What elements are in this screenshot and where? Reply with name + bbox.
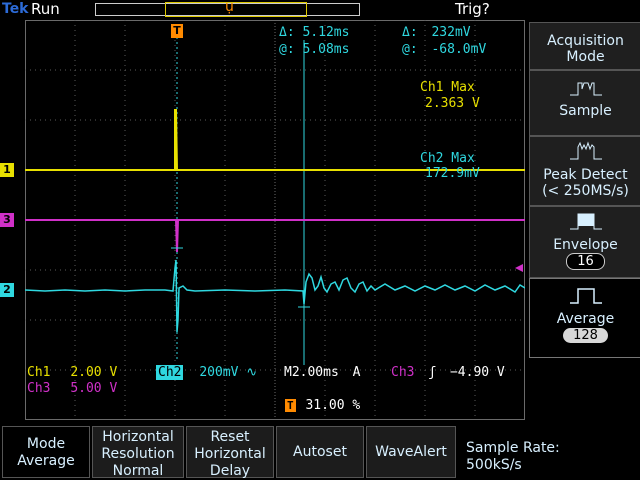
bandwidth-limit-icon: ∿ [246,365,258,380]
ch1-scale-value: 2.00 V [70,365,118,380]
trigger-level: −4.90 V [449,365,505,380]
trigger-position-readout: T 31.00 % [285,398,360,413]
envelope-waveform-icon [569,213,602,230]
delta-time-label: Δ: [279,25,295,40]
cursor-delta-time: Δ: 5.12ms [279,25,349,40]
horizontal-resolution-line2: Resolution [101,446,175,462]
waveform-display[interactable]: T Δ: 5.12ms Δ: 232mV @: 5.08ms @: -68.0m… [25,20,525,420]
delta-volt-value: 232mV [431,25,471,40]
autoset-label: Autoset [293,444,347,460]
envelope-count: 16 [566,253,605,270]
delta-time-value: 5.12ms [302,25,350,40]
peak-detect-label: Peak Detect [543,167,628,183]
ch1-max-label: Ch1 Max [420,80,475,95]
envelope-label: Envelope [553,237,618,253]
sample-rate-info: Sample Rate: 500kS/s [466,440,560,474]
at-volt-label: @: [402,42,418,57]
at-volt-value: -68.0mV [431,42,487,57]
sample-rate-label: Sample Rate: [466,440,560,456]
trigger-slope-icon: ʃ [428,365,437,380]
brand-logo: Tek [2,1,29,17]
delta-volt-label: Δ: [402,25,418,40]
trigger-position-icon: T [285,399,296,412]
ch2-label-selected: Ch2 [156,365,184,380]
average-button[interactable]: Average 128 [529,278,640,358]
mode-label: Mode [26,436,66,452]
ch1-scale: Ch1 2.00 V [27,365,117,380]
trigger-readout: Ch3 ʃ −4.90 V [391,365,505,380]
horizontal-resolution-line1: Horizontal [102,429,174,445]
cursor-crosshairs [171,247,310,308]
ch1-offset-marker[interactable]: 1 [0,163,14,177]
wavealert-button[interactable]: WaveAlert [366,426,456,478]
ch1-max-value: 2.363 V [425,96,480,111]
ch3-label: Ch3 [27,381,51,396]
record-view-window [165,2,307,17]
ch2-scale: Ch2 200mV ∿ [156,365,257,380]
peak-detect-button[interactable]: Peak Detect (< 250MS/s) [529,136,640,206]
average-label: Average [556,311,615,327]
mode-value: Average [17,453,75,469]
ch1-label: Ch1 [27,365,51,380]
cursor-delta-volt: Δ: 232mV [402,25,471,40]
trigger-status: Trig? [455,0,490,18]
ch2-offset-marker[interactable]: 2 [0,283,14,297]
sample-button[interactable]: Sample [529,70,640,136]
ch2-scale-value: 200mV [199,365,239,380]
trigger-position-value: 31.00 % [305,398,361,413]
bottom-menu: Mode Average Horizontal Resolution Norma… [0,426,640,480]
timebase-readout: M2.00ms A [284,365,360,380]
reset-delay-line2: Horizontal [194,446,266,462]
cursor-at-volt: @: -68.0mV [402,42,486,57]
reset-delay-line1: Reset [210,429,250,445]
average-waveform-icon [569,288,602,304]
at-time-label: @: [279,42,295,57]
trigger-type: A [352,365,361,380]
horizontal-resolution-button[interactable]: Horizontal Resolution Normal [92,426,184,479]
mode-average-button[interactable]: Mode Average [2,426,90,478]
side-menu: Acquisition Mode Sample Peak Detect (< 2… [527,20,640,426]
ch2-max-label: Ch2 Max [420,151,475,166]
ch3-scale-value: 5.00 V [70,381,118,396]
run-state: Run [31,0,60,18]
ch3-scale: Ch3 5.00 V [27,381,117,396]
wavealert-label: WaveAlert [375,444,447,460]
ch3-offset-marker[interactable]: 3 [0,213,14,227]
horizontal-resolution-value: Normal [112,463,164,479]
ch3-offscreen-arrow [515,264,523,272]
envelope-button[interactable]: Envelope 16 [529,206,640,278]
timebase-value: M2.00ms [284,365,339,380]
peak-detect-waveform-icon [569,141,602,160]
autoset-button[interactable]: Autoset [276,426,364,478]
at-time-value: 5.08ms [302,42,350,57]
side-menu-title-line1: Acquisition [547,33,624,49]
reset-delay-line3: Delay [209,463,251,479]
sample-label: Sample [559,103,612,119]
trigger-position-marker[interactable]: T [171,24,183,38]
side-menu-title-line2: Mode [566,49,605,65]
average-count: 128 [563,328,608,343]
sample-rate-value: 500kS/s [466,457,522,473]
trigger-position-icon: ụ [225,0,234,15]
trigger-channel: Ch3 [391,365,415,380]
ch2-max-value: 172.9mV [425,166,480,181]
status-bar: Tek Run ụ Trig? [0,0,527,20]
sample-waveform-icon [569,82,602,96]
peak-detect-sublabel: (< 250MS/s) [542,183,629,199]
reset-horizontal-delay-button[interactable]: Reset Horizontal Delay [186,426,274,479]
cursor-at-time: @: 5.08ms [279,42,349,57]
side-menu-title: Acquisition Mode [529,22,640,70]
